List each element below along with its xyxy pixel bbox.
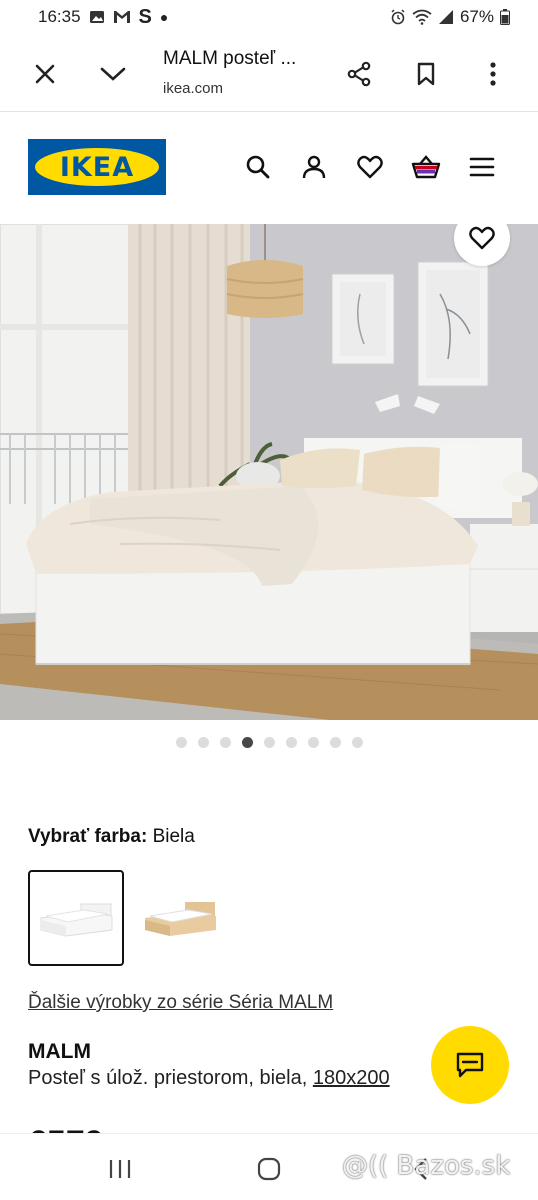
cart-icon[interactable] xyxy=(409,150,443,184)
gallery-dot[interactable] xyxy=(329,737,341,748)
signal-icon xyxy=(438,9,454,25)
home-button[interactable] xyxy=(254,1154,284,1184)
bookmark-button[interactable] xyxy=(408,56,444,92)
status-bar: 16:35 S ● 67% xyxy=(0,0,538,34)
minimize-chevron-button[interactable] xyxy=(95,56,131,92)
bazos-watermark: @(( Bazos.sk xyxy=(342,1151,511,1181)
product-name: MALM xyxy=(28,1040,91,1063)
product-size-link[interactable]: 180x200 xyxy=(313,1067,390,1089)
logo-text: IKEA xyxy=(59,151,135,183)
browser-toolbar: MALM posteľ ... ikea.com xyxy=(0,34,538,112)
s-app-icon: S xyxy=(138,5,152,28)
alarm-icon xyxy=(390,9,406,25)
site-header: IKEA xyxy=(0,112,538,224)
page-title: MALM posteľ ... xyxy=(163,48,297,69)
close-tab-button[interactable] xyxy=(27,56,63,92)
page-url: ikea.com xyxy=(163,80,224,97)
chat-button[interactable] xyxy=(431,1026,509,1104)
battery-icon xyxy=(500,9,510,25)
dot-icon: ● xyxy=(159,9,169,25)
heart-outline-icon xyxy=(469,226,495,250)
product-description: Posteľ s úlož. priestorom, biela, 180x20… xyxy=(28,1067,390,1090)
gallery-pagination xyxy=(0,737,538,748)
gallery-dot[interactable] xyxy=(285,737,297,748)
user-icon[interactable] xyxy=(297,150,331,184)
gallery-dot[interactable] xyxy=(219,737,231,748)
chat-bubble-icon xyxy=(456,1052,484,1078)
recent-apps-button[interactable] xyxy=(105,1154,135,1184)
image-icon xyxy=(89,9,105,25)
white-bed-swatch[interactable] xyxy=(28,870,124,966)
gallery-dot[interactable] xyxy=(197,737,209,748)
gallery-dot[interactable] xyxy=(263,737,275,748)
gallery-dot[interactable] xyxy=(175,737,187,748)
search-icon[interactable] xyxy=(241,150,275,184)
product-description-text: Posteľ s úlož. priestorom, biela, xyxy=(28,1067,313,1089)
menu-icon[interactable] xyxy=(465,150,499,184)
white-bed-thumbnail xyxy=(40,903,113,937)
gmail-icon xyxy=(113,10,131,24)
more-options-button[interactable] xyxy=(475,56,511,92)
status-time: 16:35 xyxy=(38,7,81,26)
heart-icon[interactable] xyxy=(353,150,387,184)
product-image[interactable] xyxy=(0,224,538,720)
gallery-dot[interactable] xyxy=(241,737,253,748)
oak-bed-thumbnail xyxy=(145,902,216,936)
color-label-key: Vybrať farba: xyxy=(28,826,148,847)
battery-percent: 67% xyxy=(459,7,494,26)
series-link[interactable]: Ďalšie výrobky zo série Séria MALM xyxy=(28,992,333,1014)
share-button[interactable] xyxy=(341,56,377,92)
gallery-dot[interactable] xyxy=(307,737,319,748)
bedroom-photo xyxy=(0,224,538,720)
ikea-logo[interactable]: IKEA xyxy=(28,139,166,195)
oak-bed-swatch[interactable] xyxy=(132,870,228,966)
color-label: Vybrať farba: Biela xyxy=(28,826,195,848)
gallery-dot[interactable] xyxy=(351,737,363,748)
color-label-value: Biela xyxy=(152,826,195,847)
wifi-icon xyxy=(412,9,432,25)
